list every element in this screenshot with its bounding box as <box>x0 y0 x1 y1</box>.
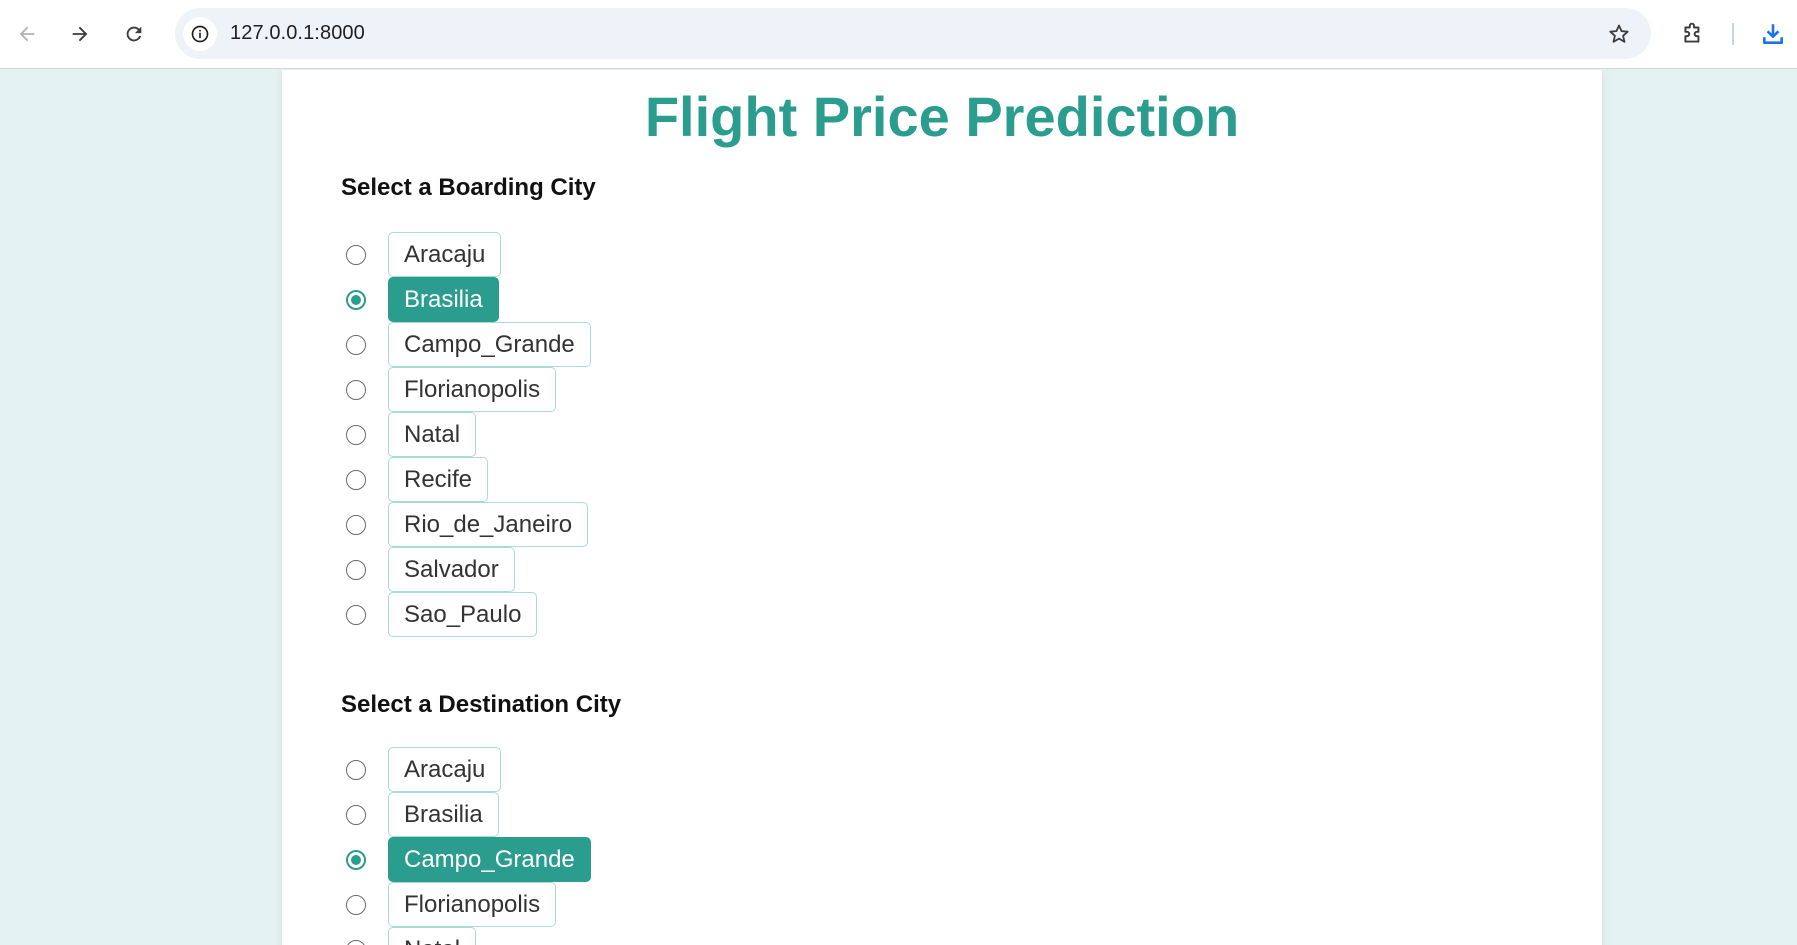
boarding-option-sao_paulo[interactable]: Sao_Paulo <box>346 592 538 637</box>
boarding-radio-rio_de_janeiro[interactable] <box>346 514 366 535</box>
downloads-button[interactable] <box>1755 16 1791 52</box>
info-icon <box>191 25 209 43</box>
destination-city-label[interactable]: Florianopolis <box>388 882 557 927</box>
boarding-radio-natal[interactable] <box>346 424 366 445</box>
destination-radio-campo_grande[interactable] <box>346 849 366 870</box>
arrow-left-icon <box>19 26 35 42</box>
destination-city-label[interactable]: Brasilia <box>388 792 499 837</box>
boarding-city-label[interactable]: Recife <box>388 457 489 502</box>
destination-option-natal[interactable]: Natal <box>346 927 477 945</box>
destination-city-label[interactable]: Campo_Grande <box>388 837 591 882</box>
destination-radio-brasilia[interactable] <box>346 804 366 825</box>
form-card: Flight Price Prediction Select a Boardin… <box>282 70 1602 945</box>
boarding-option-florianopolis[interactable]: Florianopolis <box>346 367 557 412</box>
toolbar-divider <box>1732 23 1734 45</box>
boarding-option-salvador[interactable]: Salvador <box>346 547 515 592</box>
boarding-radio-sao_paulo[interactable] <box>346 604 366 625</box>
page-viewport: Flight Price Prediction Select a Boardin… <box>0 70 1797 945</box>
page-title: Flight Price Prediction <box>644 85 1240 148</box>
site-info-button[interactable] <box>183 17 217 51</box>
back-button[interactable] <box>9 16 45 52</box>
destination-city-label[interactable]: Aracaju <box>388 747 502 792</box>
destination-option-aracaju[interactable]: Aracaju <box>346 747 502 792</box>
download-icon <box>1763 24 1783 44</box>
boarding-option-recife[interactable]: Recife <box>346 457 489 502</box>
boarding-city-label[interactable]: Sao_Paulo <box>388 592 538 637</box>
boarding-radio-salvador[interactable] <box>346 559 366 580</box>
boarding-option-aracaju[interactable]: Aracaju <box>346 232 502 277</box>
arrow-right-icon <box>72 26 88 42</box>
reload-button[interactable] <box>116 16 152 52</box>
boarding-radio-florianopolis[interactable] <box>346 379 366 400</box>
boarding-city-label[interactable]: Salvador <box>388 547 515 592</box>
destination-radio-aracaju[interactable] <box>346 759 366 780</box>
boarding-radio-campo_grande[interactable] <box>346 334 366 355</box>
boarding-city-label[interactable]: Rio_de_Janeiro <box>388 502 589 547</box>
star-icon <box>1609 24 1629 43</box>
boarding-city-label[interactable]: Florianopolis <box>388 367 557 412</box>
address-bar[interactable]: 127.0.0.1:8000 <box>175 8 1651 59</box>
boarding-option-brasilia[interactable]: Brasilia <box>346 277 499 322</box>
forward-button[interactable] <box>62 16 98 52</box>
boarding-city-heading: Select a Boarding City <box>341 174 596 201</box>
reload-icon <box>126 26 142 42</box>
boarding-city-label[interactable]: Aracaju <box>388 232 502 277</box>
destination-option-brasilia[interactable]: Brasilia <box>346 792 499 837</box>
destination-radio-natal[interactable] <box>346 939 366 945</box>
boarding-city-label[interactable]: Brasilia <box>388 277 499 322</box>
url-text[interactable]: 127.0.0.1:8000 <box>230 22 365 45</box>
boarding-radio-brasilia[interactable] <box>346 289 366 310</box>
boarding-option-campo_grande[interactable]: Campo_Grande <box>346 322 591 367</box>
bookmark-button[interactable] <box>1605 20 1633 48</box>
extensions-button[interactable] <box>1675 16 1711 52</box>
boarding-option-rio_de_janeiro[interactable]: Rio_de_Janeiro <box>346 502 589 547</box>
boarding-city-label[interactable]: Campo_Grande <box>388 322 591 367</box>
destination-option-campo_grande[interactable]: Campo_Grande <box>346 837 591 882</box>
destination-radio-florianopolis[interactable] <box>346 894 366 915</box>
destination-option-florianopolis[interactable]: Florianopolis <box>346 882 557 927</box>
boarding-radio-aracaju[interactable] <box>346 244 366 265</box>
puzzle-icon <box>1684 22 1700 43</box>
boarding-radio-recife[interactable] <box>346 469 366 490</box>
destination-city-heading: Select a Destination City <box>341 691 622 718</box>
boarding-city-label[interactable]: Natal <box>388 412 477 457</box>
destination-city-label[interactable]: Natal <box>388 927 477 945</box>
boarding-option-natal[interactable]: Natal <box>346 412 477 457</box>
browser-toolbar: 127.0.0.1:8000 <box>0 0 1797 69</box>
